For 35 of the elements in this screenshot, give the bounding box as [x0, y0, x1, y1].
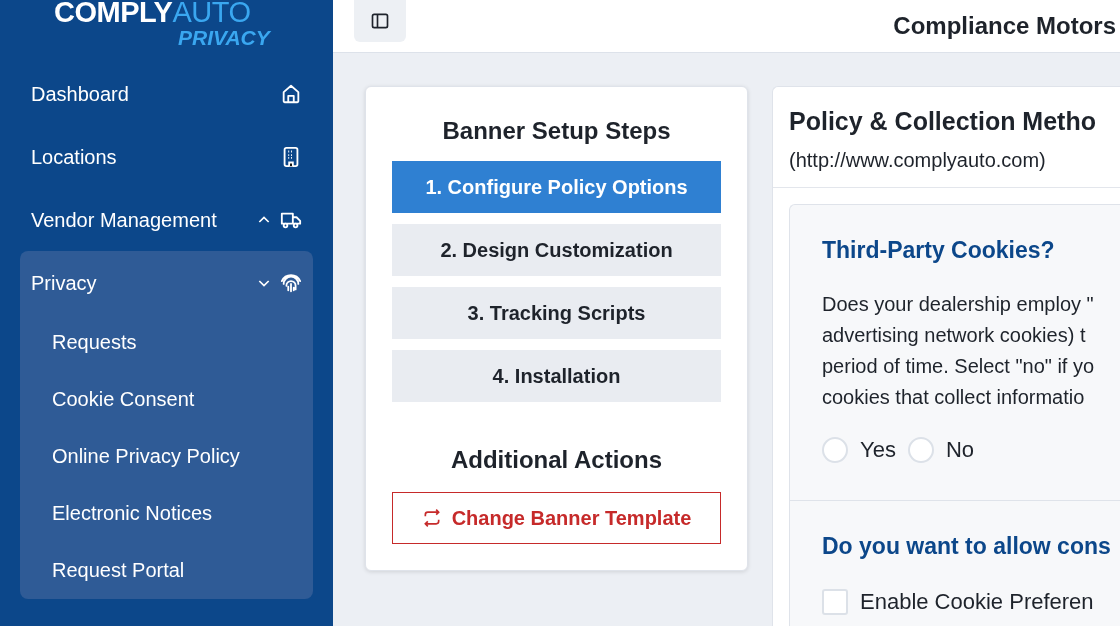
radio-button[interactable] [822, 436, 848, 463]
step-button[interactable]: 3. Tracking Scripts [392, 287, 721, 339]
checkbox[interactable] [822, 588, 848, 615]
radio-button[interactable] [907, 436, 934, 463]
sidebar-item[interactable]: Locations [20, 125, 313, 188]
sidebar-item[interactable]: Vendor Management [20, 188, 313, 251]
card-title: Additional Actions [449, 445, 664, 475]
sidebar-subitem[interactable]: Electronic Notices [20, 485, 313, 542]
change-template-button[interactable]: Change Banner Template [392, 492, 721, 544]
sidebar-subitem[interactable]: Request Portal [20, 542, 313, 599]
page-title: Compliance Motors [893, 11, 1116, 41]
step-button[interactable]: 1. Configure Policy Options [392, 161, 721, 213]
step-button[interactable]: 2. Design Customization [392, 224, 721, 276]
question-title: Third-Party Cookies? [822, 235, 1056, 265]
sidebar-toggle-icon [370, 11, 390, 31]
checkbox-label: Enable Cookie Preferen [860, 588, 1094, 616]
fingerprint-icon [280, 271, 302, 294]
card-title: Policy & Collection Metho [788, 106, 1097, 137]
sidebar-subitem[interactable]: Online Privacy Policy [20, 428, 313, 485]
sidebar-subitem[interactable]: Cookie Consent [20, 371, 313, 428]
question-text: Does your dealership employ " advertising network cookies) t period of time. Select "no" if yo cookies that collect informatio [822, 292, 1096, 410]
sidebar-item[interactable]: Privacy [20, 251, 313, 314]
logo-wordmark: COMPLYAUTO [54, 0, 251, 27]
sidebar-item[interactable]: Dashboard [20, 62, 313, 125]
card-title: Banner Setup Steps [441, 116, 672, 146]
sidebar-subitem[interactable]: Requests [20, 314, 313, 371]
website-url: (http://www.complyauto.com) [773, 140, 1120, 188]
swap-icon [421, 508, 442, 528]
sidebar-toggle-button[interactable] [354, 0, 406, 42]
radio-label: No [945, 436, 974, 464]
radio-label: Yes [860, 436, 896, 464]
logo-tagline: PRIVACY [178, 27, 270, 48]
step-button[interactable]: 4. Installation [392, 350, 721, 402]
question-title: Do you want to allow cons [822, 531, 1112, 561]
home-icon [280, 82, 302, 105]
